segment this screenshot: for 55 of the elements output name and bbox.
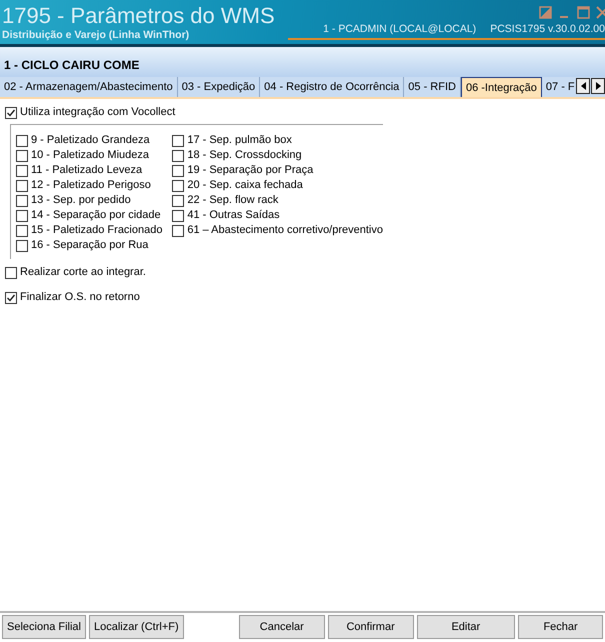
checkbox-label: 18 - Sep. Crossdocking xyxy=(187,148,302,164)
footer-button[interactable]: Fechar xyxy=(518,615,603,639)
checkbox[interactable] xyxy=(172,150,184,162)
checkbox[interactable] xyxy=(16,164,28,176)
user-info: 1 - PCADMIN (LOCAL@LOCAL) xyxy=(323,23,476,36)
checkbox-label: Realizar corte ao integrar. xyxy=(20,265,146,280)
checkbox-label: 10 - Paletizado Miudeza xyxy=(31,148,150,164)
footer-button[interactable]: Confirmar xyxy=(328,615,414,639)
checkbox[interactable] xyxy=(5,292,17,304)
tab[interactable]: 02 - Armazenagem/Abastecimento xyxy=(0,77,178,97)
footer-button[interactable]: Seleciona Filial xyxy=(2,615,86,639)
footer-button[interactable]: Cancelar xyxy=(238,615,325,639)
footer-button[interactable]: Localizar (Ctrl+F) xyxy=(88,615,184,639)
checkbox-label: 9 - Paletizado Grandeza xyxy=(31,133,150,148)
checkbox[interactable] xyxy=(5,266,17,278)
version-info: PCSIS1795 v.30.0.02.00 xyxy=(490,23,605,36)
checkbox[interactable] xyxy=(172,194,184,206)
checkbox-label: 16 - Separação por Rua xyxy=(31,238,148,254)
checkbox[interactable] xyxy=(16,150,28,162)
checkbox-label: 20 - Sep. caixa fechada xyxy=(187,178,303,194)
checkbox[interactable] xyxy=(16,210,28,222)
checkbox[interactable] xyxy=(16,240,28,252)
scroll-right-button[interactable] xyxy=(591,78,605,94)
checkbox-label: Finalizar O.S. no retorno xyxy=(20,290,140,306)
tab[interactable]: 04 - Registro de Ocorrência xyxy=(260,77,404,97)
right-arrow-icon xyxy=(594,81,602,91)
checkbox[interactable] xyxy=(16,194,28,206)
checkbox-label: Utiliza integração com Vocollect xyxy=(20,105,176,120)
checkbox[interactable] xyxy=(172,180,184,192)
header-label: 1 - CICLO CAIRU COME xyxy=(0,47,605,77)
checkbox-label: 22 - Sep. flow rack xyxy=(187,193,278,208)
checkbox[interactable] xyxy=(172,210,184,222)
scroll-left-button[interactable] xyxy=(576,78,590,94)
checkbox[interactable] xyxy=(172,164,184,176)
checkbox-label: 17 - Sep. pulmão box xyxy=(187,133,292,148)
checkbox-label: 41 - Outras Saídas xyxy=(187,208,280,224)
checkbox[interactable] xyxy=(172,134,184,146)
checkbox-label: 13 - Sep. por pedido xyxy=(31,193,131,208)
tab[interactable]: 06 -Integração xyxy=(460,77,542,97)
checkbox-label: 12 - Paletizado Perigoso xyxy=(31,178,151,194)
checkbox-label: 11 - Paletizado Leveza xyxy=(31,163,142,178)
checkbox[interactable] xyxy=(16,180,28,192)
checkbox[interactable] xyxy=(16,134,28,146)
window-subtitle: Distribuição e Varejo (Linha WinThor) xyxy=(2,28,190,43)
checkbox-label: 19 - Separação por Praça xyxy=(187,163,314,178)
window-title: 1795 - Parâmetros do WMS xyxy=(2,4,275,28)
checkbox-label: 15 - Paletizado Fracionado xyxy=(31,223,162,238)
footer-button[interactable]: Editar xyxy=(416,615,516,639)
checkbox-label: 14 - Separação por cidade xyxy=(31,208,161,224)
checkbox[interactable] xyxy=(172,224,184,236)
checkbox[interactable] xyxy=(5,106,17,118)
left-arrow-icon xyxy=(578,81,588,91)
checkbox[interactable] xyxy=(16,224,28,236)
checkbox-label: 61 – Abastecimento corretivo/preventivo xyxy=(187,223,383,238)
tab[interactable]: 03 - Expedição xyxy=(178,77,260,97)
